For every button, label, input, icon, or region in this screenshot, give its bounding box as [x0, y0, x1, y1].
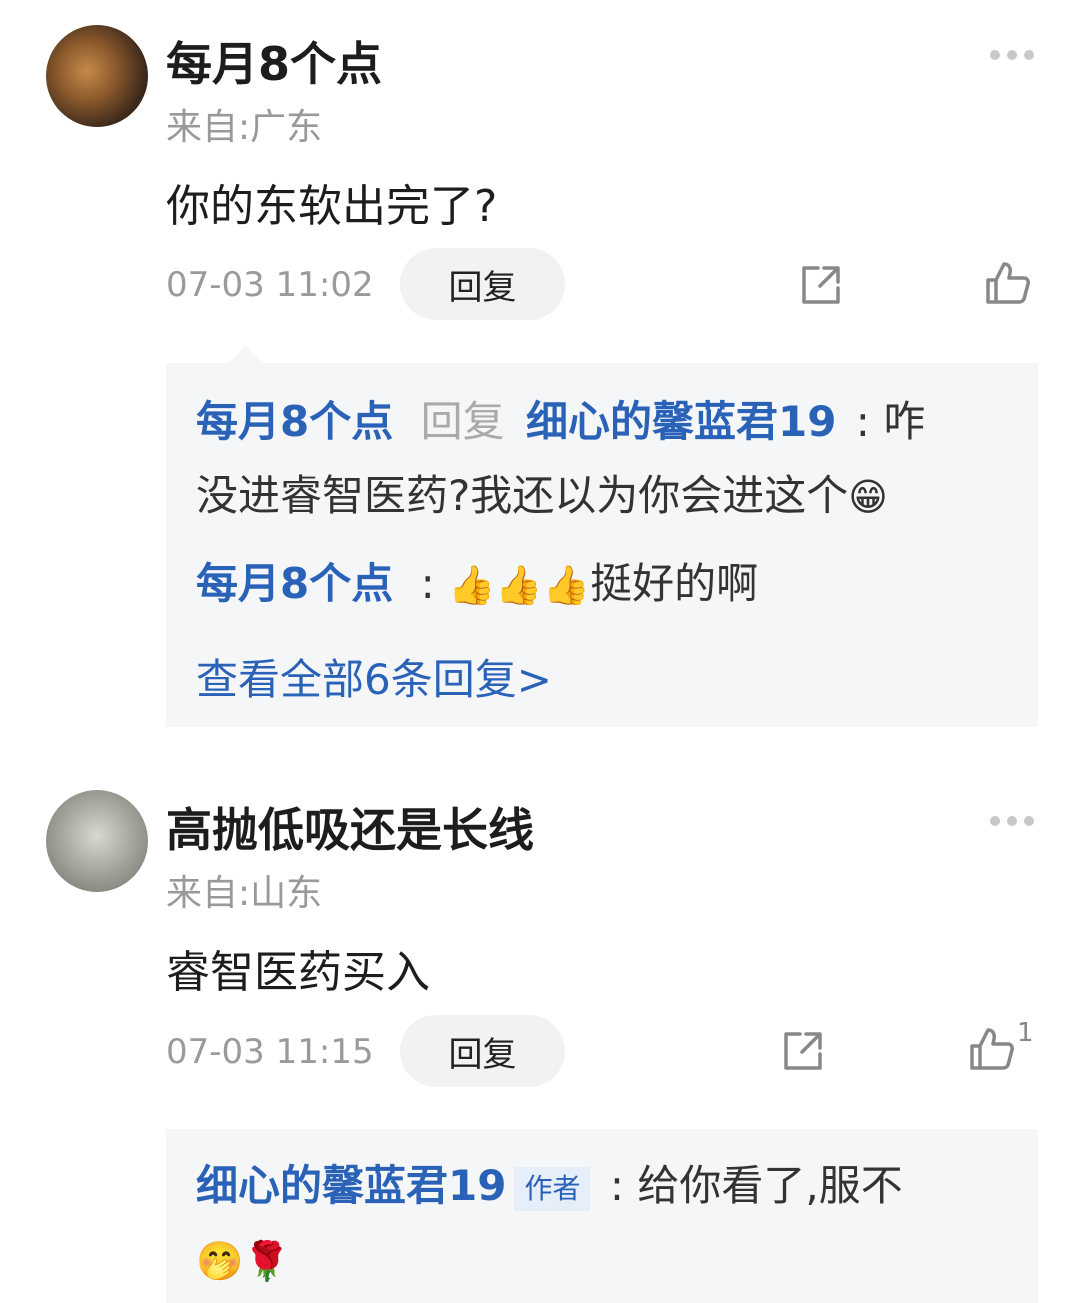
reply-thread: 细心的馨蓝君19 作者 : 给你看了,服不 🤭🌹	[166, 1129, 1038, 1303]
thumbs-up-icon[interactable]	[968, 1026, 1016, 1072]
reply-text: 挺好的啊	[590, 559, 759, 608]
reply-thread: 每月8个点 回复 细心的馨蓝君19 : 咋 没进睿智医药?我还以为你会进这个😁 …	[166, 363, 1038, 727]
avatar[interactable]	[46, 25, 148, 127]
reply-button[interactable]: 回复	[400, 248, 565, 320]
reply-item[interactable]: 每月8个点 回复 细心的馨蓝君19 : 咋 没进睿智医药?我还以为你会进这个😁	[196, 385, 1018, 534]
author-badge: 作者	[514, 1166, 591, 1211]
thumbs-up-icon[interactable]	[984, 260, 1032, 306]
reply-text: 给你看了,服不	[637, 1161, 903, 1210]
location: 来自:山东	[166, 873, 323, 914]
more-dots-icon[interactable]	[990, 816, 1034, 826]
reply-text: 没进睿智医药?我还以为你会进这个	[196, 471, 849, 520]
separator: :	[855, 397, 870, 446]
thumbs-up-emoji: 👍👍👍	[448, 563, 591, 607]
timestamp: 07-03 11:02	[166, 265, 374, 305]
reply-user[interactable]: 每月8个点	[196, 559, 393, 608]
reply-user[interactable]: 每月8个点	[196, 397, 393, 446]
more-dots-icon[interactable]	[990, 50, 1034, 60]
username[interactable]: 高抛低吸还是长线	[166, 794, 534, 860]
reply-item[interactable]: 细心的馨蓝君19 作者 : 给你看了,服不 🤭🌹	[196, 1149, 1018, 1298]
emoji-group: 🤭🌹	[196, 1239, 291, 1283]
reply-item[interactable]: 每月8个点 : 👍👍👍挺好的啊	[196, 547, 1018, 622]
username[interactable]: 每月8个点	[166, 28, 382, 94]
reply-button[interactable]: 回复	[400, 1015, 565, 1087]
comment-text: 你的东软出完了?	[166, 181, 498, 232]
reply-user[interactable]: 细心的馨蓝君19	[196, 1161, 506, 1210]
avatar[interactable]	[46, 790, 148, 892]
reply-target[interactable]: 细心的馨蓝君19	[526, 397, 836, 446]
timestamp: 07-03 11:15	[166, 1032, 374, 1072]
reply-text: 咋	[883, 397, 926, 446]
like-count: 1	[1017, 1018, 1034, 1048]
reply-verb: 回复	[420, 397, 505, 446]
separator: :	[420, 559, 435, 608]
location: 来自:广东	[166, 107, 323, 148]
comment-text: 睿智医药买入	[166, 947, 430, 998]
share-icon[interactable]	[798, 262, 844, 308]
separator: :	[609, 1161, 624, 1210]
grin-emoji: 😁	[848, 475, 888, 519]
view-all-replies-link[interactable]: 查看全部6条回复>	[196, 646, 552, 707]
share-icon[interactable]	[780, 1028, 826, 1074]
